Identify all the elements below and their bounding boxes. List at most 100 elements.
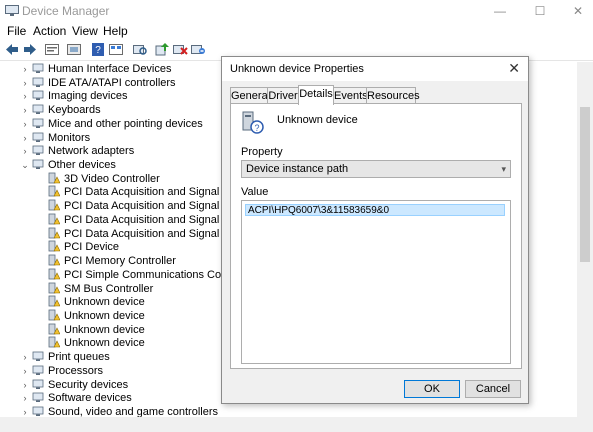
tree-item-label: Network adapters bbox=[48, 145, 135, 158]
warning-device-icon bbox=[48, 227, 60, 239]
cancel-button[interactable]: Cancel bbox=[465, 380, 521, 398]
property-label: Property bbox=[241, 146, 283, 158]
value-label: Value bbox=[241, 186, 269, 198]
tree-item-label: Monitors bbox=[48, 131, 91, 144]
ok-button[interactable]: OK bbox=[404, 380, 460, 398]
device-name: Unknown device bbox=[277, 114, 358, 126]
menu-view[interactable]: View bbox=[72, 24, 98, 38]
tree-item-label: PCI Memory Controller bbox=[64, 255, 176, 268]
warning-device-icon bbox=[48, 186, 60, 197]
warning-device-icon bbox=[48, 336, 60, 348]
expand-arrow-icon[interactable]: › bbox=[20, 364, 30, 378]
menu-action[interactable]: Action bbox=[33, 24, 66, 38]
tree-item-label: Print queues bbox=[48, 351, 110, 364]
tree-item-label: Unknown device bbox=[64, 309, 145, 322]
tree-item-label: Processors bbox=[48, 364, 104, 377]
expand-arrow-icon[interactable]: › bbox=[20, 378, 30, 392]
properties-dialog: Unknown device Properties ✕ General Driv… bbox=[221, 56, 529, 404]
close-button[interactable]: ✕ bbox=[563, 2, 593, 20]
dialog-title: Unknown device Properties bbox=[230, 63, 364, 75]
tab-events[interactable]: Events bbox=[333, 87, 368, 104]
warning-device-icon bbox=[48, 254, 60, 266]
value-list[interactable]: ACPI\HPQ6007\3&11583659&0 bbox=[241, 200, 511, 364]
svg-text:?: ? bbox=[95, 45, 101, 56]
device-category-icon bbox=[32, 365, 44, 375]
disable-icon[interactable] bbox=[190, 42, 206, 57]
device-category-icon bbox=[32, 406, 44, 416]
property-dropdown[interactable]: Device instance path ▾ bbox=[241, 160, 511, 178]
tree-item-label: Imaging devices bbox=[48, 90, 128, 103]
menu-bar: File Action View Help bbox=[0, 22, 593, 40]
collapse-arrow-icon[interactable]: ⌄ bbox=[20, 158, 30, 172]
view-icon[interactable] bbox=[108, 42, 124, 57]
warning-device-icon bbox=[48, 323, 60, 335]
tab-resources[interactable]: Resources bbox=[366, 87, 420, 104]
tree-item-label: PCI Device bbox=[64, 241, 120, 254]
forward-icon[interactable] bbox=[22, 42, 38, 57]
menu-file[interactable]: File bbox=[7, 24, 26, 38]
details-panel: ? Unknown device Property Device instanc… bbox=[230, 103, 522, 369]
expand-arrow-icon[interactable]: › bbox=[20, 350, 30, 364]
warning-device-icon bbox=[48, 199, 60, 211]
value-item[interactable]: ACPI\HPQ6007\3&11583659&0 bbox=[245, 204, 505, 216]
device-category-icon bbox=[32, 132, 44, 142]
menu-help[interactable]: Help bbox=[103, 24, 128, 38]
tree-item-label: Mice and other pointing devices bbox=[48, 117, 203, 130]
expand-arrow-icon[interactable]: › bbox=[20, 76, 30, 90]
window-title: Device Manager bbox=[22, 4, 110, 18]
device-category-icon bbox=[32, 91, 44, 101]
device-category-icon bbox=[32, 351, 44, 362]
expand-arrow-icon[interactable]: › bbox=[20, 131, 30, 145]
tree-item-label: 3D Video Controller bbox=[64, 172, 160, 185]
expand-arrow-icon[interactable]: › bbox=[20, 62, 30, 76]
tab-details[interactable]: Details bbox=[298, 85, 334, 105]
device-category-icon bbox=[32, 63, 44, 73]
device-category-icon bbox=[32, 379, 44, 389]
expand-arrow-icon[interactable]: › bbox=[20, 117, 30, 131]
maximize-button[interactable]: ☐ bbox=[525, 2, 555, 20]
tree-item-label: SM Bus Controller bbox=[64, 282, 154, 295]
horizontal-scrollbar[interactable] bbox=[0, 417, 593, 432]
tree-item-label: Unknown device bbox=[64, 296, 145, 309]
expand-arrow-icon[interactable]: › bbox=[20, 103, 30, 117]
device-category-icon bbox=[32, 392, 44, 403]
device-category-icon bbox=[32, 118, 44, 128]
warning-device-icon bbox=[48, 268, 60, 280]
dialog-close-button[interactable]: ✕ bbox=[508, 60, 520, 77]
minimize-button[interactable]: — bbox=[485, 2, 515, 20]
svg-text:?: ? bbox=[254, 123, 259, 133]
device-category-icon bbox=[32, 159, 44, 170]
tree-item-label: Other devices bbox=[48, 159, 116, 172]
device-category-icon bbox=[32, 77, 44, 87]
tab-driver[interactable]: Driver bbox=[267, 87, 299, 104]
tree-item-label: Sound, video and game controllers bbox=[48, 406, 218, 417]
properties-icon[interactable] bbox=[44, 42, 60, 57]
device-category-icon bbox=[32, 145, 44, 156]
tree-item-label: Security devices bbox=[48, 378, 129, 391]
uninstall-icon[interactable] bbox=[172, 42, 188, 57]
scrollbar-thumb[interactable] bbox=[580, 107, 590, 262]
show-hide-icon[interactable] bbox=[66, 42, 82, 57]
expand-arrow-icon[interactable]: › bbox=[20, 405, 30, 417]
expand-arrow-icon[interactable]: › bbox=[20, 144, 30, 158]
back-icon[interactable] bbox=[4, 42, 20, 57]
device-category-icon bbox=[32, 104, 44, 115]
unknown-device-icon: ? bbox=[242, 111, 264, 134]
expand-arrow-icon[interactable]: › bbox=[20, 391, 30, 405]
warning-device-icon bbox=[48, 213, 60, 225]
warning-device-icon bbox=[48, 309, 60, 321]
expand-arrow-icon[interactable]: › bbox=[20, 89, 30, 103]
property-dropdown-value: Device instance path bbox=[246, 163, 349, 175]
scan-icon[interactable] bbox=[132, 42, 148, 57]
tree-item-label: Keyboards bbox=[48, 104, 101, 117]
tree-item-label: Unknown device bbox=[64, 337, 145, 350]
help-icon[interactable]: ? bbox=[90, 42, 106, 57]
tab-general[interactable]: General bbox=[230, 87, 270, 104]
tree-item-label: Unknown device bbox=[64, 323, 145, 336]
update-driver-icon[interactable] bbox=[154, 42, 170, 57]
warning-device-icon bbox=[48, 295, 60, 307]
chevron-down-icon: ▾ bbox=[501, 164, 506, 174]
dialog-title-bar: Unknown device Properties ✕ bbox=[222, 57, 528, 81]
device-manager-icon bbox=[5, 5, 19, 16]
vertical-scrollbar[interactable] bbox=[577, 62, 593, 417]
